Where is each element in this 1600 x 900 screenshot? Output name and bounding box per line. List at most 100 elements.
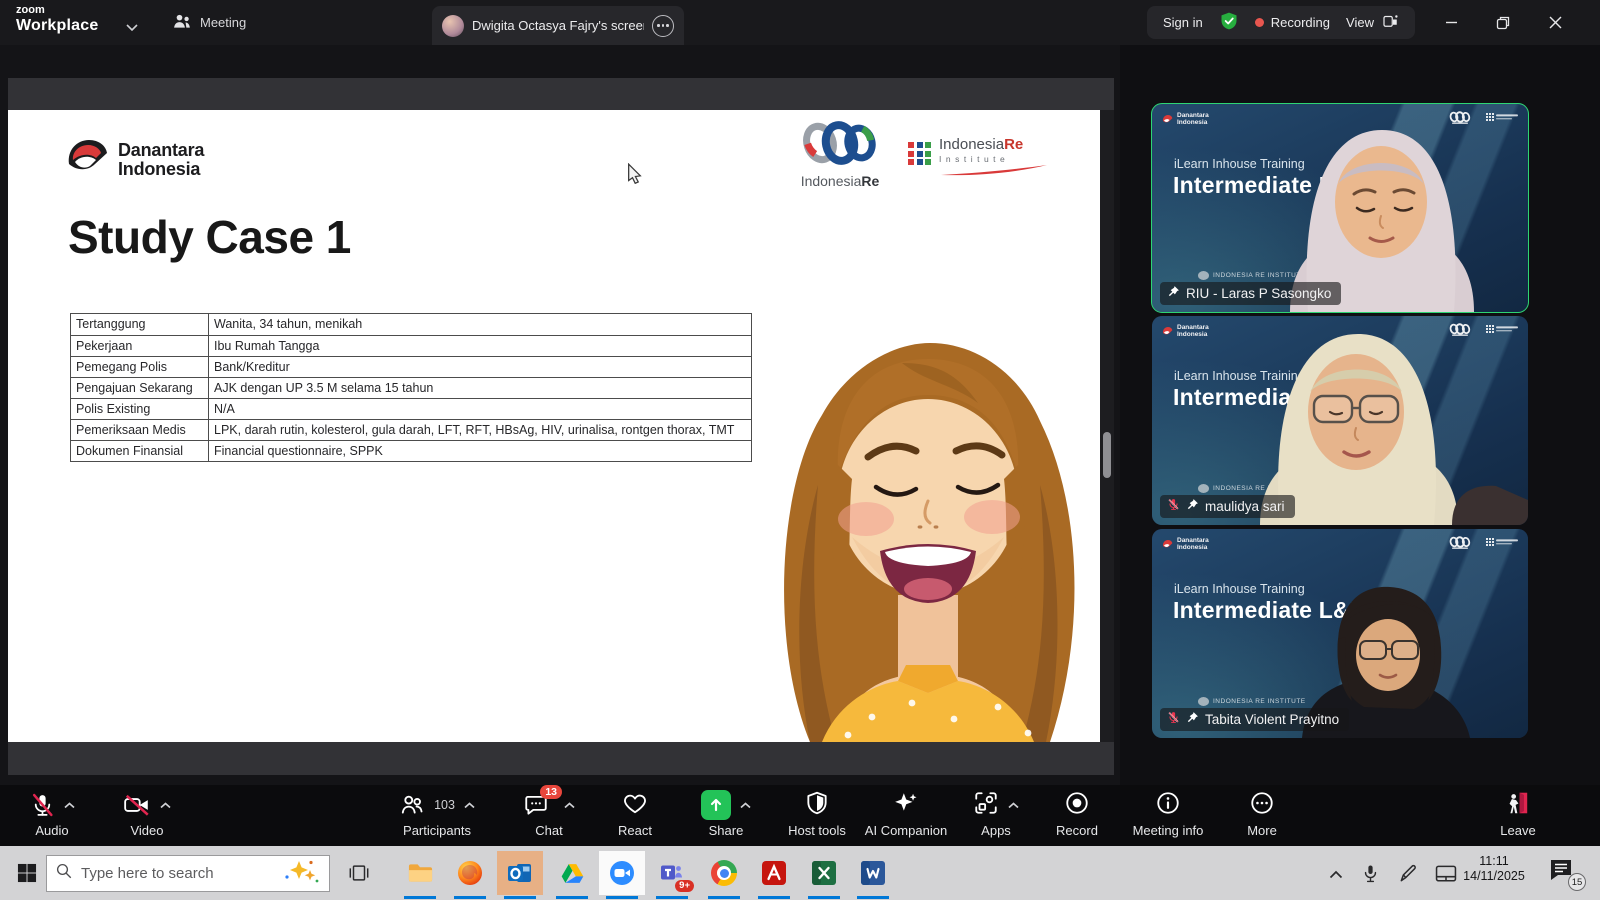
minimize-button[interactable] (1436, 0, 1466, 45)
chat-button[interactable]: 13 Chat (504, 789, 594, 843)
search-input[interactable] (81, 865, 251, 882)
recording-indicator: Recording (1255, 15, 1330, 30)
chevron-up-icon[interactable] (160, 796, 171, 814)
chevron-up-icon[interactable] (564, 796, 575, 814)
case-table: TertanggungWanita, 34 tahun, menikah Pek… (70, 313, 752, 462)
mic-muted-icon (1167, 711, 1180, 727)
pin-icon (1186, 711, 1199, 727)
presentation-slide: Danantara Indonesia IndonesiaRe (8, 110, 1100, 742)
more-button[interactable]: More (1217, 789, 1307, 843)
record-button[interactable]: Record (1032, 789, 1122, 843)
ai-companion-button[interactable]: AI Companion (861, 789, 951, 843)
scrollbar-thumb (1103, 432, 1111, 478)
taskbar-excel[interactable] (801, 851, 847, 895)
participant-tile[interactable]: DanantaraIndonesia iLearn Inhouse Traini… (1152, 316, 1528, 525)
participant-name-badge: RIU - Laras P Sasongko (1160, 282, 1341, 305)
security-shield-icon[interactable] (1219, 11, 1239, 34)
chrome-icon (711, 860, 737, 886)
table-row: Polis ExistingN/A (71, 398, 751, 419)
ellipsis-circle-icon (1249, 790, 1275, 821)
taskbar-firefox[interactable] (447, 851, 493, 895)
chevron-up-icon[interactable] (1008, 796, 1019, 814)
start-button[interactable] (8, 853, 46, 893)
view-button[interactable]: View (1346, 12, 1399, 33)
table-row: TertanggungWanita, 34 tahun, menikah (71, 314, 751, 335)
participants-sidebar: DanantaraIndonesia iLearn Inhouse Traini… (1120, 45, 1600, 785)
react-button[interactable]: React (590, 789, 680, 843)
share-button[interactable]: Share (681, 789, 771, 843)
video-muted-icon (123, 792, 151, 818)
chevron-up-icon[interactable] (64, 796, 75, 814)
tray-pen-icon[interactable] (1394, 860, 1422, 888)
meeting-info-button[interactable]: Meeting info (1123, 789, 1213, 843)
presentation-scrollbar (1100, 110, 1114, 742)
tray-microphone-icon[interactable] (1356, 860, 1384, 888)
notification-center-button[interactable]: 15 (1548, 858, 1582, 888)
taskbar-clock[interactable]: 11:11 14/11/2025 (1448, 854, 1540, 884)
indonesiare-institute-logo: IndonesiaRe Institute (908, 136, 1049, 182)
tray-hidden-icons-chevron[interactable] (1322, 860, 1350, 888)
teams-notification-badge: 9+ (675, 880, 694, 892)
titlebar-status-group: Sign in Recording View (1147, 6, 1415, 39)
mouse-cursor (627, 163, 642, 189)
taskbar-google-drive[interactable] (549, 851, 595, 895)
taskbar-search[interactable] (46, 855, 330, 892)
table-row: Dokumen FinansialFinancial questionnaire… (71, 440, 751, 461)
apps-icon (973, 790, 999, 821)
audio-button[interactable]: Audio (7, 789, 97, 843)
participant-video-person (1152, 104, 1528, 312)
danantara-logo: Danantara Indonesia (65, 138, 204, 181)
institute-swoosh-icon (939, 165, 1049, 177)
chevron-down-icon[interactable] (126, 18, 138, 36)
participant-tile[interactable]: DanantaraIndonesia iLearn Inhouse Traini… (1152, 529, 1528, 738)
sign-in-button[interactable]: Sign in (1163, 15, 1203, 30)
apps-button[interactable]: Apps (951, 789, 1041, 843)
tab-meeting[interactable]: Meeting (172, 0, 246, 45)
leave-button[interactable]: Leave (1473, 789, 1563, 843)
taskbar-file-explorer[interactable] (397, 851, 443, 895)
taskbar-word[interactable] (850, 851, 896, 895)
close-button[interactable] (1540, 0, 1570, 45)
shared-screen-view: Danantara Indonesia IndonesiaRe (0, 45, 1120, 785)
zoom-app-window: zoom Workplace Meeting Dwigita Octasya F… (0, 0, 1600, 900)
pin-icon (1186, 498, 1199, 514)
search-icon (55, 862, 73, 885)
tab-screen-share[interactable]: Dwigita Octasya Fajry's screen (432, 6, 684, 45)
table-row: PekerjaanIbu Rumah Tangga (71, 335, 751, 356)
host-tools-button[interactable]: Host tools (772, 789, 862, 843)
more-options-icon[interactable] (652, 15, 674, 37)
taskbar-zoom[interactable] (599, 851, 645, 895)
zoom-workplace-logo: zoom Workplace (16, 5, 98, 34)
clock-time: 11:11 (1448, 854, 1540, 869)
leave-door-icon (1505, 790, 1531, 821)
participants-button[interactable]: 103 Participants (392, 789, 482, 843)
indonesiare-logo: IndonesiaRe (790, 120, 890, 189)
task-view-button[interactable] (345, 859, 373, 887)
slide-title: Study Case 1 (68, 210, 351, 264)
taskbar-acrobat[interactable] (751, 851, 797, 895)
participant-tile[interactable]: DanantaraIndonesia iLearn Inhouse Traini… (1152, 104, 1528, 312)
sparkle-icon (893, 790, 919, 821)
mic-muted-icon (1167, 498, 1180, 514)
copilot-sparkle-icon (281, 858, 321, 889)
participant-name-badge: Tabita Violent Prayitno (1160, 708, 1349, 731)
taskbar-chrome[interactable] (701, 851, 747, 895)
chevron-up-icon[interactable] (464, 796, 475, 814)
taskbar-teams[interactable]: 9+ (649, 851, 695, 895)
meeting-toolbar: Audio Video 103 Participants (0, 785, 1600, 846)
mic-muted-icon (30, 792, 55, 818)
chevron-up-icon[interactable] (740, 796, 751, 814)
table-row: Pengajuan SekarangAJK dengan UP 3.5 M se… (71, 377, 751, 398)
view-layout-icon (1381, 12, 1399, 33)
woman-illustration (752, 305, 1100, 742)
video-button[interactable]: Video (102, 789, 192, 843)
chat-unread-badge: 13 (540, 785, 562, 799)
recording-dot-icon (1255, 18, 1264, 27)
restore-button[interactable] (1488, 0, 1518, 45)
pin-icon (1167, 285, 1180, 301)
record-circle-icon (1064, 790, 1090, 821)
clock-date: 14/11/2025 (1448, 869, 1540, 884)
avatar (442, 15, 464, 37)
participant-video-person (1152, 316, 1528, 525)
taskbar-outlook[interactable] (497, 851, 543, 895)
